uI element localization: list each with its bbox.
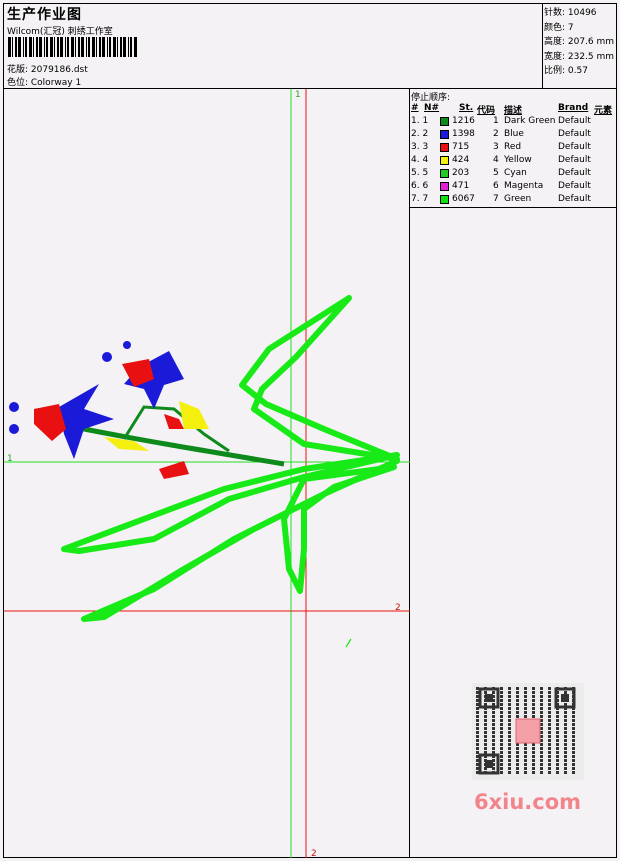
- stitch-count-cell: 1216: [452, 116, 475, 126]
- embroidery-yellow-petal: [179, 401, 209, 429]
- thread-description: Magenta: [504, 181, 544, 191]
- thread-brand: Default: [558, 155, 591, 165]
- color-stop-row: 6. 6 471 6 Magenta Default: [410, 181, 616, 194]
- thread-description: Dark Green: [504, 116, 556, 126]
- studio-name: Wilcom(汇冠) 刺绣工作室: [7, 27, 113, 37]
- thread-brand: Default: [558, 168, 591, 178]
- sequence-divider: [409, 207, 617, 208]
- barcode: [8, 37, 137, 57]
- thread-description: Red: [504, 142, 522, 152]
- thread-brand: Default: [558, 194, 591, 204]
- thread-description: Green: [504, 194, 532, 204]
- design-scale: 比例: 0.57: [544, 66, 588, 76]
- stop-index: 4. 4: [411, 155, 429, 165]
- embroidery-leaves: [61, 295, 400, 622]
- thread-code: 6: [493, 181, 499, 191]
- stop-index: 3. 3: [411, 142, 429, 152]
- design-preview: 1 1 2 2: [4, 89, 410, 858]
- stop-index: 5. 5: [411, 168, 429, 178]
- col-header-element: 元素: [594, 106, 613, 116]
- thread-brand: Default: [558, 116, 591, 126]
- stop-index: 7. 7: [411, 194, 429, 204]
- design-stats: 针数: 10496 颜色: 7 高度: 207.6 mm 宽度: 232.5 m…: [544, 6, 614, 79]
- guide-label-bottom: 2: [311, 849, 317, 858]
- thread-description: Yellow: [504, 155, 532, 165]
- guide-label-top: 1: [295, 90, 301, 100]
- embroidery-bud-dot: [9, 402, 19, 412]
- thread-code: 5: [493, 168, 499, 178]
- page-title: 生产作业图: [7, 7, 82, 23]
- stitch-count: 针数: 10496: [544, 8, 597, 18]
- thread-code: 3: [493, 142, 499, 152]
- embroidery-stray-stitch: [345, 638, 352, 648]
- stitch-count-cell: 203: [452, 168, 470, 178]
- thread-color-swatch: [440, 117, 449, 126]
- stop-index: 1. 1: [411, 116, 429, 126]
- thread-code: 1: [493, 116, 499, 126]
- thread-brand: Default: [558, 142, 591, 152]
- thread-code: 2: [493, 129, 499, 139]
- thread-color-swatch: [440, 169, 449, 178]
- col-header-needle: N#: [424, 103, 440, 113]
- color-count: 颜色: 7: [544, 22, 574, 33]
- thread-description: Blue: [504, 129, 524, 139]
- color-stop-row: 2. 2 1398 2 Blue Default: [410, 129, 616, 142]
- col-header-index: #: [411, 103, 419, 113]
- stats-divider: [542, 3, 543, 88]
- thread-code: 7: [493, 194, 499, 204]
- stop-index: 6. 6: [411, 181, 429, 191]
- site-logo: 6xiu.com: [474, 790, 582, 814]
- design-height: 高度: 207.6 mm: [544, 37, 615, 47]
- qr-code: [472, 683, 584, 780]
- thread-color-swatch: [440, 130, 449, 139]
- col-header-brand: Brand: [558, 103, 589, 113]
- thread-code: 4: [493, 155, 499, 165]
- guide-label-right: 2: [395, 603, 401, 613]
- embroidery-bud-dot: [102, 352, 112, 362]
- colorway-label: 色位: Colorway 1: [7, 78, 82, 88]
- embroidery-bud-dot: [123, 341, 131, 349]
- thread-color-swatch: [440, 182, 449, 191]
- thread-brand: Default: [558, 129, 591, 139]
- color-stop-row: 7. 7 6067 7 Green Default: [410, 194, 616, 207]
- thread-description: Cyan: [504, 168, 527, 178]
- guide-label-left: 1: [7, 454, 13, 464]
- color-stop-row: 3. 3 715 3 Red Default: [410, 142, 616, 155]
- thread-color-swatch: [440, 156, 449, 165]
- col-header-stitches: St.: [459, 103, 474, 113]
- color-stop-row: 5. 5 203 5 Cyan Default: [410, 168, 616, 181]
- stitch-count-cell: 6067: [452, 194, 475, 204]
- stitch-count-cell: 471: [452, 181, 470, 191]
- design-file-label: 花版: 2079186.dst: [7, 65, 88, 75]
- color-stop-row: 4. 4 424 4 Yellow Default: [410, 155, 616, 168]
- stitch-count-cell: 424: [452, 155, 470, 165]
- stop-sequence-title: 停止顺序:: [411, 93, 451, 103]
- stitch-count-cell: 715: [452, 142, 470, 152]
- stop-index: 2. 2: [411, 129, 429, 139]
- embroidery-bud-dot: [9, 424, 19, 434]
- color-stop-row: 1. 1 1216 1 Dark Green Default: [410, 116, 616, 129]
- embroidery-main-stem: [73, 424, 285, 467]
- thread-color-swatch: [440, 143, 449, 152]
- embroidery-red-petal: [159, 461, 189, 479]
- embroidery-left-flower-blue: [59, 384, 114, 459]
- col-header-code: 代码: [477, 106, 496, 116]
- col-header-description: 描述: [504, 106, 523, 116]
- thread-color-swatch: [440, 195, 449, 204]
- thread-brand: Default: [558, 181, 591, 191]
- design-width: 宽度: 232.5 mm: [544, 51, 615, 62]
- stitch-count-cell: 1398: [452, 129, 475, 139]
